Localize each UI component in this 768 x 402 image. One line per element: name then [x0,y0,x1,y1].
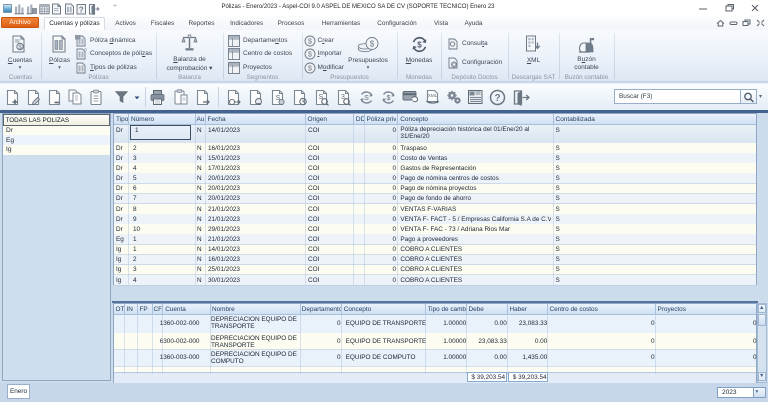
svg-text:?: ? [84,49,87,55]
svg-text:$: $ [387,95,391,102]
svg-text:$: $ [308,38,312,45]
svg-text:$: $ [308,65,312,72]
svg-text:$: $ [370,39,375,48]
svg-text:XML: XML [428,93,438,98]
svg-text:?: ? [494,93,500,104]
svg-text:$: $ [308,52,312,59]
svg-text:S: S [364,95,369,102]
svg-text:$: $ [18,44,22,51]
svg-text:S: S [319,94,324,101]
svg-text:$: $ [417,40,422,49]
